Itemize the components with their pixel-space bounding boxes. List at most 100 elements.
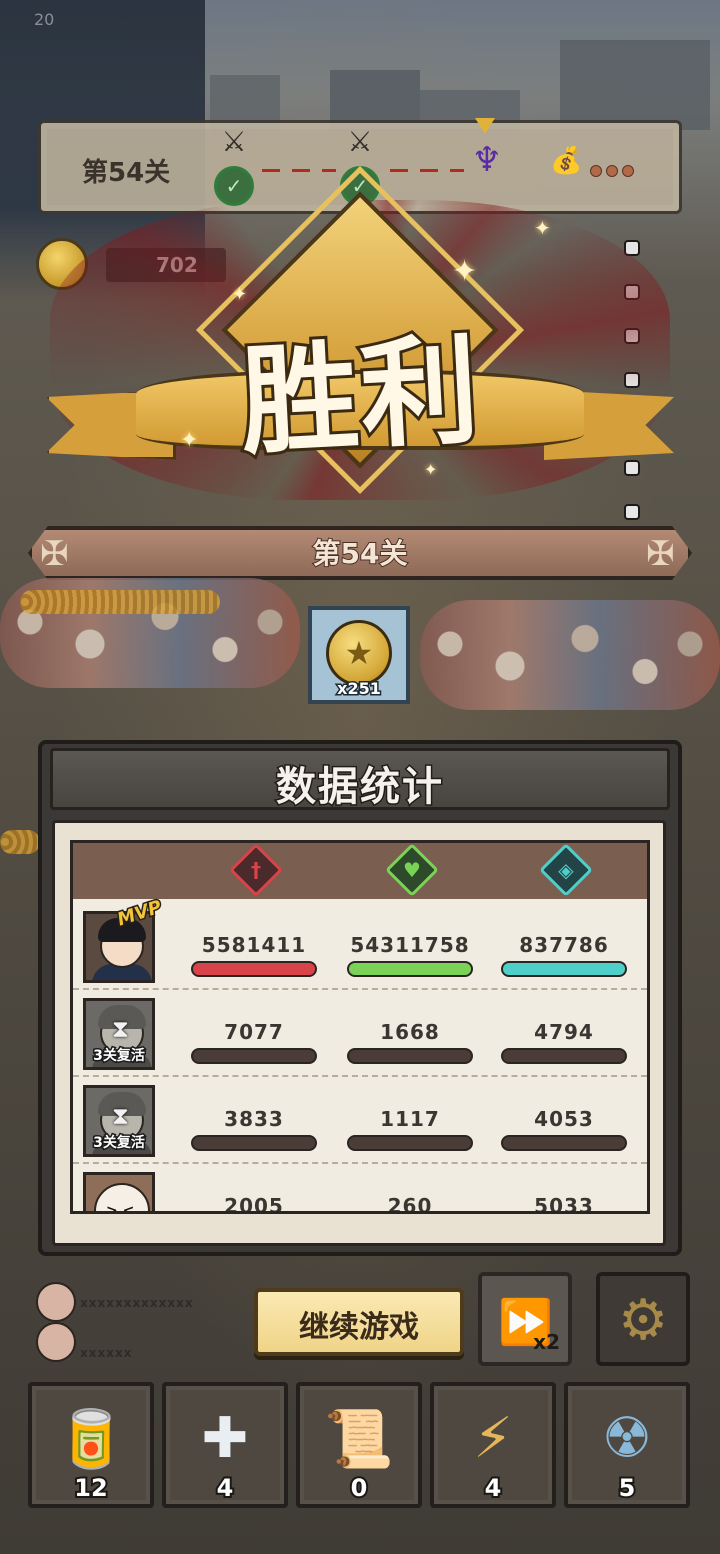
healing-stat: 260 (347, 1194, 473, 1214)
remaining-stage-dots (590, 162, 638, 181)
crossed-swords-icon: ⚔ (221, 125, 247, 158)
player-name: xxxxxx (80, 1346, 133, 1360)
heart-plus-icon: ♥ (385, 843, 439, 897)
shield-value: 5033 (534, 1194, 594, 1214)
sparkle-icon: ✦ (424, 460, 438, 479)
sparkle-icon: ✦ (180, 428, 199, 453)
current-position-marker (475, 118, 495, 134)
item-count: 0 (349, 1472, 370, 1504)
stage-banner-label: 第54关 (312, 536, 409, 571)
nuclear-bomb-icon: ☢ (601, 1406, 653, 1471)
party-list: xxxxxxxxxxxxx xxxxxx (36, 1268, 236, 1368)
victory-title: 胜利 (234, 318, 487, 474)
healing-stat: 1117 (347, 1107, 473, 1151)
healing-bar (347, 1135, 473, 1151)
item-slot-scroll[interactable]: 📜 0 (296, 1382, 422, 1508)
table-row: > < 2005 260 5033 (73, 1164, 647, 1214)
item-slot-nuclear-bomb[interactable]: ☢ 5 (564, 1382, 690, 1508)
crossed-swords-icon: ⚔ (347, 125, 373, 158)
damage-bar (191, 961, 317, 977)
speed-toggle-button[interactable]: ⏩ x2 (478, 1272, 572, 1366)
revive-label: 3关复活 (92, 1134, 147, 1153)
sword-icon: † (229, 843, 283, 897)
star-coin-icon: ★ (326, 620, 392, 686)
healing-stat: 1668 (347, 1020, 473, 1064)
frame-counter: 20 (34, 10, 55, 29)
table-row: ⧗ 3关复活 3833 1117 4053 (73, 1077, 647, 1164)
reward-item: ★ x251 (308, 606, 410, 704)
item-slot-cola[interactable]: 🥫 12 (28, 1382, 154, 1508)
speed-multiplier-label: x2 (533, 1330, 560, 1354)
gold-spill (20, 590, 220, 614)
shield-value: 4053 (534, 1107, 594, 1131)
settings-button[interactable]: ⚙ (596, 1272, 690, 1366)
healing-value: 54311758 (350, 933, 470, 957)
damage-bar (191, 1048, 317, 1064)
shield-icon: ◈ (539, 843, 593, 897)
healing-value: 1668 (380, 1020, 440, 1044)
revive-label: 3关复活 (92, 1047, 147, 1066)
cleared-node-check-icon: ✓ (214, 166, 254, 206)
stats-table-header: † ♥ ◈ (73, 843, 647, 899)
hourglass-icon: ⧗ (112, 1015, 129, 1043)
reward-quantity: x251 (336, 678, 383, 700)
scroll-icon: 📜 (324, 1407, 394, 1472)
item-count: 5 (617, 1472, 638, 1504)
damage-value: 5581411 (201, 933, 307, 957)
damage-value: 3833 (224, 1107, 284, 1131)
gold-spill (0, 830, 40, 854)
defeated-enemies-pile (420, 600, 720, 710)
healing-value: 260 (387, 1194, 433, 1214)
stage-progress-label: 第54关 (82, 158, 171, 188)
shield-bar (501, 961, 627, 977)
item-count: 12 (72, 1472, 109, 1504)
progress-dash-line (262, 169, 336, 172)
item-count: 4 (215, 1472, 236, 1504)
damage-stat: 7077 (191, 1020, 317, 1064)
damage-bar (191, 1135, 317, 1151)
money-bag-icon: 💰 (550, 146, 583, 176)
shield-bar (501, 1135, 627, 1151)
lightning-paper-icon: ⚡ (473, 1406, 513, 1471)
player-avatar (36, 1282, 76, 1322)
shield-stat: 4794 (501, 1020, 627, 1064)
avatar: ⧗ 3关复活 (83, 1085, 155, 1157)
item-slot-lightning-paper[interactable]: ⚡ 4 (430, 1382, 556, 1508)
sparkle-icon: ✦ (232, 284, 248, 305)
shield-bar (501, 1048, 627, 1064)
progress-dash-line (390, 169, 464, 172)
gear-icon: ⚙ (618, 1288, 669, 1353)
shield-stat: 837786 (501, 933, 627, 977)
cola-can-icon: 🥫 (56, 1407, 126, 1472)
avatar: > < (83, 1172, 155, 1211)
item-bar: 🥫 12 ✚ 4 📜 0 ⚡ 4 ☢ 5 (28, 1382, 692, 1508)
damage-stat: 3833 (191, 1107, 317, 1151)
item-slot-first-aid[interactable]: ✚ 4 (162, 1382, 288, 1508)
shield-value: 4794 (534, 1020, 594, 1044)
avatar: ⧗ 3关复活 (83, 998, 155, 1070)
table-row: MVP 5581411 54311758 837786 (73, 895, 647, 990)
healing-bar (347, 1048, 473, 1064)
damage-stat: 2005 (191, 1194, 317, 1214)
player-avatar (36, 1322, 76, 1362)
healing-bar (347, 961, 473, 977)
demon-horns-icon: ♆ (471, 140, 503, 180)
item-count: 4 (483, 1472, 504, 1504)
player-name: xxxxxxxxxxxxx (80, 1296, 194, 1310)
damage-value: 2005 (224, 1194, 284, 1214)
healing-stat: 54311758 (347, 933, 473, 977)
sparkle-icon: ✦ (534, 216, 551, 240)
shield-stat: 5033 (501, 1194, 627, 1214)
table-row: ⧗ 3关复活 7077 1668 4794 (73, 990, 647, 1077)
first-aid-kit-icon: ✚ (201, 1406, 249, 1471)
shield-stat: 4053 (501, 1107, 627, 1151)
healing-value: 1117 (380, 1107, 440, 1131)
continue-game-label[interactable]: 继续游戏 (254, 1302, 464, 1346)
hourglass-icon: ⧗ (112, 1102, 129, 1130)
shield-value: 837786 (519, 933, 609, 957)
sparkle-icon: ✦ (452, 254, 478, 289)
stats-table[interactable]: † ♥ ◈ MVP 5581411 54311758 837786 ⧗ 3关复活… (70, 840, 650, 1214)
stats-panel-title: 数据统计 (275, 763, 444, 812)
damage-value: 7077 (224, 1020, 284, 1044)
damage-stat: 5581411 (191, 933, 317, 977)
